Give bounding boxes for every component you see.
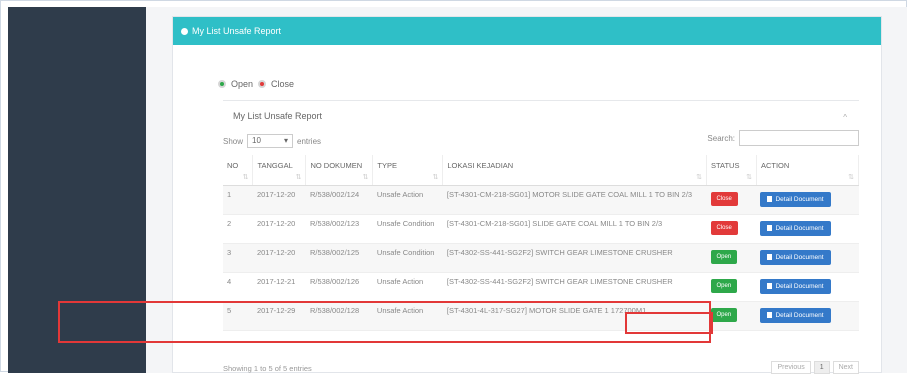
cell-dokumen: R/538/002/126 bbox=[305, 272, 373, 302]
cell-dokumen: R/538/002/123 bbox=[305, 214, 373, 244]
detail-document-button[interactable]: Detail Document bbox=[760, 278, 831, 294]
pagination: Previous 1 Next bbox=[771, 361, 859, 374]
cell-no: 5 bbox=[223, 301, 253, 331]
cell-status: Close bbox=[706, 214, 757, 244]
status-legend: Open Close bbox=[218, 79, 294, 89]
table-row: 4 2017-12-21 R/538/002/126 Unsafe Action… bbox=[223, 272, 859, 302]
col-no[interactable]: NO ⇅ bbox=[223, 155, 254, 186]
cell-lokasi: [ST-4301-CM-218-SG01] SLIDE GATE COAL MI… bbox=[442, 214, 707, 244]
cell-tanggal: 2017-12-29 bbox=[252, 301, 306, 331]
show-entries: Show 10 ▾ entries bbox=[223, 134, 321, 148]
report-table: NO ⇅ TANGGAL ⇅ NO DOKUMEN ⇅ TYPE ⇅ LOKASI KE… bbox=[223, 155, 860, 331]
next-button[interactable]: Next bbox=[832, 361, 859, 374]
cell-dokumen: R/538/002/128 bbox=[305, 301, 373, 331]
box-title: My List Unsafe Report bbox=[233, 111, 323, 121]
cell-status: Close bbox=[706, 185, 757, 215]
status-badge: Open bbox=[710, 307, 738, 322]
report-box: My List Unsafe Report ^ Show 10 ▾ entrie… bbox=[223, 100, 860, 374]
cell-lokasi: [ST-4301-4L-317-SG27] MOTOR SLIDE GATE 1… bbox=[442, 301, 707, 331]
cell-type: Unsafe Action bbox=[372, 272, 443, 302]
cell-action: Detail Document bbox=[756, 301, 859, 331]
cell-action: Detail Document bbox=[756, 214, 859, 244]
cell-tanggal: 2017-12-20 bbox=[252, 243, 306, 273]
cell-type: Unsafe Action bbox=[372, 301, 443, 331]
previous-button[interactable]: Previous bbox=[771, 361, 811, 374]
report-panel: My List Unsafe Report Open Close My List… bbox=[172, 16, 882, 374]
entries-select[interactable]: 10 ▾ bbox=[247, 134, 294, 148]
cell-dokumen: R/538/002/124 bbox=[305, 185, 373, 215]
search-area: Search: bbox=[707, 130, 859, 146]
table-row: 1 2017-12-20 R/538/002/124 Unsafe Action… bbox=[223, 185, 859, 215]
search-input[interactable] bbox=[739, 130, 859, 146]
detail-document-button[interactable]: Detail Document bbox=[760, 249, 831, 265]
show-suffix: entries bbox=[297, 136, 322, 146]
app-window: My List Unsafe Report Open Close My List… bbox=[0, 0, 907, 374]
col-tanggal[interactable]: TANGGAL ⇅ bbox=[252, 155, 307, 186]
cell-lokasi: [ST-4302-SS-441-SG2F2] SWITCH GEAR LIMES… bbox=[442, 243, 707, 273]
cell-action: Detail Document bbox=[756, 272, 859, 302]
cell-no: 3 bbox=[223, 243, 253, 273]
col-lokasi[interactable]: LOKASI KEJADIAN ⇅ bbox=[442, 155, 707, 186]
cell-no: 2 bbox=[223, 214, 253, 244]
table-header-row: NO ⇅ TANGGAL ⇅ NO DOKUMEN ⇅ TYPE ⇅ LOKASI KE… bbox=[223, 155, 860, 186]
cell-status: Open bbox=[706, 243, 757, 273]
status-badge: Open bbox=[710, 278, 738, 293]
status-badge: Open bbox=[710, 249, 738, 264]
cell-status: Open bbox=[706, 301, 757, 331]
cell-tanggal: 2017-12-20 bbox=[252, 214, 306, 244]
cell-status: Open bbox=[706, 272, 757, 302]
info-icon bbox=[181, 27, 188, 35]
status-badge: Close bbox=[710, 220, 738, 235]
detail-document-button[interactable]: Detail Document bbox=[760, 220, 831, 236]
sidebar bbox=[8, 7, 146, 373]
cell-lokasi: [ST-4301-CM-218-SG01] MOTOR SLIDE GATE C… bbox=[442, 185, 707, 215]
col-status[interactable]: STATUS ⇅ bbox=[706, 155, 757, 186]
close-dot-icon bbox=[258, 80, 267, 88]
cell-action: Detail Document bbox=[756, 185, 859, 215]
cell-type: Unsafe Action bbox=[372, 185, 443, 215]
status-badge: Close bbox=[710, 191, 738, 206]
table-row: 5 2017-12-29 R/538/002/128 Unsafe Action… bbox=[223, 301, 859, 331]
panel-title: My List Unsafe Report bbox=[192, 26, 282, 36]
detail-document-button[interactable]: Detail Document bbox=[760, 307, 831, 323]
table-row: 2 2017-12-20 R/538/002/123 Unsafe Condit… bbox=[223, 214, 859, 244]
search-label: Search: bbox=[707, 133, 735, 143]
show-prefix: Show bbox=[223, 136, 244, 146]
cell-no: 1 bbox=[223, 185, 253, 215]
cell-type: Unsafe Condition bbox=[372, 243, 443, 273]
cell-dokumen: R/538/002/125 bbox=[305, 243, 373, 273]
entries-select-value: 10 bbox=[252, 136, 261, 145]
chevron-up-icon[interactable]: ^ bbox=[843, 113, 847, 122]
cell-no: 4 bbox=[223, 272, 253, 302]
legend-open-label: Open bbox=[231, 79, 254, 89]
col-dokumen[interactable]: NO DOKUMEN ⇅ bbox=[305, 155, 374, 186]
page-button[interactable]: 1 bbox=[813, 361, 830, 374]
cell-tanggal: 2017-12-21 bbox=[252, 272, 306, 302]
cell-action: Detail Document bbox=[756, 243, 859, 273]
col-action[interactable]: ACTION ⇅ bbox=[756, 155, 860, 186]
chevron-down-icon: ▾ bbox=[284, 136, 289, 145]
cell-type: Unsafe Condition bbox=[372, 214, 443, 244]
cell-tanggal: 2017-12-20 bbox=[252, 185, 306, 215]
legend-close-label: Close bbox=[271, 79, 295, 89]
open-dot-icon bbox=[218, 80, 226, 88]
col-type[interactable]: TYPE ⇅ bbox=[372, 155, 444, 186]
detail-document-button[interactable]: Detail Document bbox=[760, 191, 831, 207]
main-content: My List Unsafe Report Open Close My List… bbox=[146, 7, 907, 374]
cell-lokasi: [ST-4302-SS-441-SG2F2] SWITCH GEAR LIMES… bbox=[442, 272, 707, 302]
table-row: 3 2017-12-20 R/538/002/125 Unsafe Condit… bbox=[223, 243, 859, 273]
panel-header: My List Unsafe Report bbox=[173, 17, 881, 45]
